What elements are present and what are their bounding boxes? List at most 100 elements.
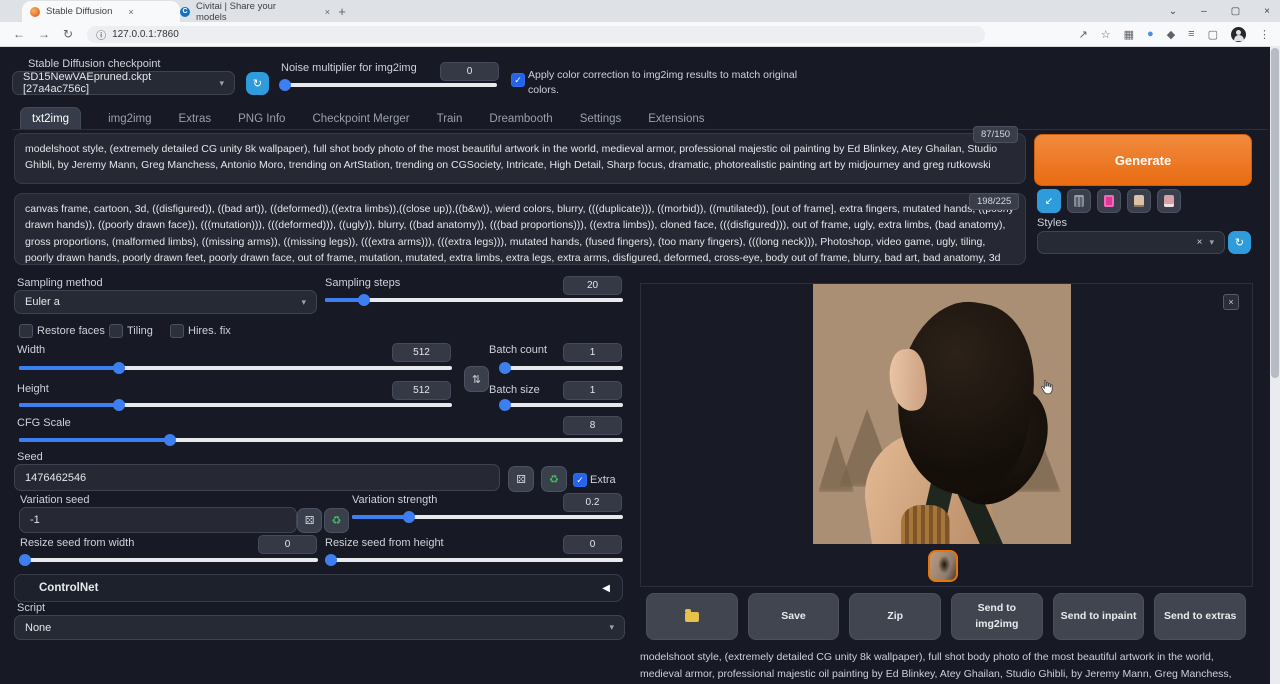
tab-extensions[interactable]: Extensions (648, 108, 704, 130)
generated-image[interactable] (813, 284, 1071, 544)
scrollbar-thumb[interactable] (1271, 48, 1279, 378)
sampling-method-dropdown[interactable]: Euler a ▾ (14, 290, 317, 314)
checkpoint-dropdown[interactable]: SD15NewVAEpruned.ckpt [27a4ac756c] ▾ (12, 71, 235, 95)
batch-size-value[interactable]: 1 (563, 381, 622, 400)
reuse-seed-recycle-icon[interactable]: ♻ (541, 466, 567, 492)
tab-train[interactable]: Train (437, 108, 463, 130)
forward-icon[interactable]: → (38, 27, 50, 41)
chevron-down-icon: ▾ (219, 78, 224, 89)
variation-seed-input[interactable]: -1 (19, 507, 297, 533)
random-seed-dice-icon[interactable]: ⚄ (508, 466, 534, 492)
tab-png-info[interactable]: PNG Info (238, 108, 285, 130)
extension-grid-icon[interactable]: ▦ (1124, 28, 1134, 41)
cfg-scale-value[interactable]: 8 (563, 416, 622, 435)
window-controls: ⌄ – ▢ × (1169, 0, 1270, 22)
minimize-icon[interactable]: – (1201, 6, 1207, 17)
variation-recycle-icon[interactable]: ♻ (324, 508, 349, 533)
save-button[interactable]: Save (748, 593, 840, 640)
zip-button[interactable]: Zip (849, 593, 941, 640)
swap-width-height-button[interactable]: ⇅ (464, 366, 489, 392)
width-slider[interactable] (19, 362, 452, 374)
side-panel-icon[interactable]: ▢ (1208, 28, 1218, 41)
back-icon[interactable]: ← (13, 27, 25, 41)
chevron-down-icon[interactable]: ⌄ (1169, 6, 1177, 17)
stable-diffusion-favicon (30, 7, 40, 17)
extensions-puzzle-icon[interactable]: ◆ (1167, 28, 1175, 41)
info-icon[interactable]: ⓘ (96, 27, 106, 42)
clear-styles-icon[interactable]: × (1197, 237, 1203, 248)
script-dropdown[interactable]: None ▾ (14, 615, 625, 640)
share-icon[interactable]: ↗ (1079, 28, 1088, 41)
browser-tab-stable-diffusion[interactable]: Stable Diffusion × (22, 1, 180, 22)
reading-list-icon[interactable]: ≡ (1188, 28, 1194, 40)
controlnet-accordion[interactable]: ControlNet ◀ (14, 574, 623, 602)
script-label: Script (17, 602, 45, 614)
variation-dice-icon[interactable]: ⚄ (297, 508, 322, 533)
batch-size-slider[interactable] (500, 399, 623, 411)
extra-networks-icon[interactable] (1097, 189, 1121, 213)
close-icon[interactable]: × (1264, 6, 1270, 17)
clear-prompt-trash-icon[interactable] (1067, 189, 1091, 213)
profile-avatar[interactable] (1231, 27, 1246, 42)
styles-dropdown[interactable]: × ▾ (1037, 231, 1225, 254)
browser-tab-civitai[interactable]: C Civitai | Share your models × (172, 1, 338, 22)
tab-extras[interactable]: Extras (179, 108, 212, 130)
maximize-icon[interactable]: ▢ (1231, 6, 1240, 17)
tab-img2img[interactable]: img2img (108, 108, 151, 130)
hires-fix-checkbox[interactable] (170, 324, 184, 338)
resize-seed-width-value[interactable]: 0 (258, 535, 317, 554)
prompt-textarea[interactable]: modelshoot style, (extremely detailed CG… (14, 133, 1026, 184)
resize-seed-width-slider[interactable] (19, 554, 318, 566)
width-label: Width (17, 344, 45, 356)
new-tab-button[interactable]: + (334, 3, 350, 19)
gallery-thumbnail[interactable] (928, 550, 958, 582)
menu-dots-icon[interactable]: ⋮ (1259, 28, 1270, 41)
close-preview-icon[interactable]: × (1223, 294, 1239, 310)
refresh-checkpoint-button[interactable]: ↻ (246, 72, 269, 95)
tab-checkpoint-merger[interactable]: Checkpoint Merger (312, 108, 409, 130)
browser-tab-title: Stable Diffusion (46, 6, 112, 17)
tab-settings[interactable]: Settings (580, 108, 622, 130)
open-folder-button[interactable] (646, 593, 738, 640)
refresh-styles-button[interactable]: ↻ (1228, 231, 1251, 254)
color-correction-checkbox[interactable]: ✓ (511, 73, 525, 87)
reload-icon[interactable]: ↻ (63, 27, 73, 41)
noise-multiplier-slider[interactable] (281, 79, 497, 91)
send-to-inpaint-button[interactable]: Send to inpaint (1053, 593, 1145, 640)
variation-strength-slider[interactable] (352, 511, 623, 523)
read-parameters-icon[interactable]: ↙ (1037, 189, 1061, 213)
extra-seed-checkbox[interactable]: ✓ (573, 473, 587, 487)
noise-multiplier-label: Noise multiplier for img2img (281, 62, 417, 74)
batch-count-value[interactable]: 1 (563, 343, 622, 362)
cfg-scale-slider[interactable] (19, 434, 623, 446)
send-to-extras-button[interactable]: Send to extras (1154, 593, 1246, 640)
apply-style-icon[interactable] (1127, 189, 1151, 213)
send-to-img2img-button[interactable]: Send to img2img (951, 593, 1043, 640)
tab-txt2img[interactable]: txt2img (20, 107, 81, 130)
width-value[interactable]: 512 (392, 343, 451, 362)
resize-seed-height-value[interactable]: 0 (563, 535, 622, 554)
seed-input[interactable]: 1476462546 (14, 464, 500, 491)
resize-seed-height-slider[interactable] (325, 554, 623, 566)
batch-count-slider[interactable] (500, 362, 623, 374)
extension-blue-icon[interactable]: ● (1147, 28, 1154, 40)
tab-dreambooth[interactable]: Dreambooth (489, 108, 552, 130)
sampling-steps-value[interactable]: 20 (563, 276, 622, 295)
tab-close-icon[interactable]: × (128, 7, 133, 17)
folder-icon (685, 612, 699, 622)
save-style-icon[interactable] (1157, 189, 1181, 213)
tab-close-icon[interactable]: × (325, 7, 330, 17)
bookmark-star-icon[interactable]: ☆ (1101, 28, 1111, 41)
height-value[interactable]: 512 (392, 381, 451, 400)
variation-strength-value[interactable]: 0.2 (563, 493, 622, 512)
url-bar[interactable]: ⓘ 127.0.0.1:7860 (87, 26, 985, 43)
height-slider[interactable] (19, 399, 452, 411)
generate-button[interactable]: Generate (1034, 134, 1252, 186)
sampling-steps-slider[interactable] (325, 294, 623, 306)
negative-prompt-textarea[interactable]: canvas frame, cartoon, 3d, ((disfigured)… (14, 193, 1026, 265)
tiling-checkbox[interactable] (109, 324, 123, 338)
checkpoint-label: Stable Diffusion checkpoint (28, 58, 161, 70)
hires-fix-label: Hires. fix (188, 325, 231, 337)
card-icon (1104, 195, 1114, 207)
restore-faces-checkbox[interactable] (19, 324, 33, 338)
